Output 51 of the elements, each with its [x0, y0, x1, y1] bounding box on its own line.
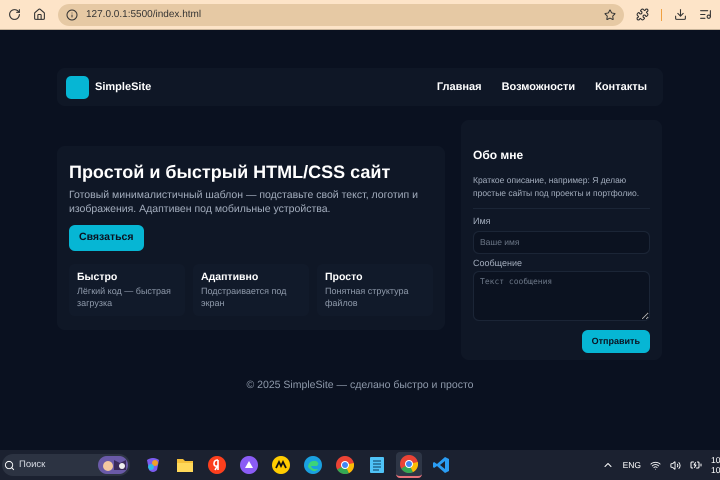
home-icon[interactable] — [33, 8, 46, 21]
extensions-icon[interactable] — [636, 8, 649, 21]
about-text: Краткое описание, например: Я делаю простые сайты под проекты и портфолио. — [473, 174, 650, 209]
about-title: Обо мне — [473, 147, 524, 164]
logo-icon — [66, 76, 89, 98]
chrome-icon — [336, 456, 354, 474]
copilot-icon — [144, 456, 162, 474]
hero-title: Простой и быстрый HTML/CSS сайт — [69, 161, 392, 184]
folder-icon — [176, 457, 194, 473]
download-icon[interactable] — [674, 8, 687, 21]
clock-time: 10 — [711, 455, 720, 465]
clock-date: 10 — [711, 465, 720, 475]
code-editor-icon — [432, 456, 450, 474]
list-icon[interactable] — [699, 8, 712, 21]
volume-icon[interactable] — [670, 460, 681, 470]
feature-text: Лёгкий код — быстрая загрузка — [77, 285, 172, 310]
language-indicator[interactable]: ENG — [622, 458, 641, 472]
nav-link[interactable]: Контакты — [595, 78, 647, 96]
taskbar-app[interactable] — [396, 452, 422, 478]
feature-text: Подстраивается под экран — [201, 285, 288, 310]
reload-icon[interactable] — [8, 8, 21, 21]
feature-title: Быстро — [77, 270, 118, 284]
wifi-icon[interactable] — [650, 460, 661, 470]
feature-title: Адаптивно — [201, 270, 260, 284]
submit-button[interactable]: Отправить — [582, 330, 650, 353]
hero-text: Готовый минималистичный шаблон — подставьте свой текст, логотип и изображения. Адаптивен под мобильные устройства. — [69, 188, 419, 216]
name-label: Имя — [473, 215, 492, 228]
info-icon[interactable] — [66, 8, 78, 20]
triangle-circle-icon — [240, 456, 258, 474]
nav-link[interactable]: Главная — [436, 78, 482, 96]
search-placeholder: Поиск — [19, 458, 46, 472]
notepad-icon — [369, 456, 385, 474]
message-label: Сообщение — [473, 256, 523, 270]
chrome-icon — [400, 455, 418, 473]
ya-letter-icon — [208, 456, 226, 474]
logo-text[interactable]: SimpleSite — [95, 78, 152, 96]
market-icon — [272, 456, 290, 474]
feature-text: Понятная структура файлов — [325, 285, 410, 310]
message-field[interactable]: Текст сообщения — [473, 271, 650, 321]
contact-button[interactable]: Связаться — [69, 224, 144, 250]
url-text: 127.0.0.1:5500/index.html — [86, 8, 202, 22]
search-icon — [4, 460, 15, 470]
search-field[interactable]: Поиск — [2, 454, 130, 476]
nav-link[interactable]: Возможности — [502, 78, 576, 96]
name-field[interactable]: Ваше имя — [473, 230, 650, 254]
footer-text: © 2025 SimpleSite — сделано быстро и просто — [246, 378, 474, 393]
feature-title: Просто — [325, 270, 364, 284]
battery-icon[interactable] — [690, 459, 702, 471]
address-bar[interactable]: 127.0.0.1:5500/index.html — [58, 4, 624, 26]
edge-icon — [304, 456, 322, 474]
star-icon[interactable] — [604, 8, 616, 20]
